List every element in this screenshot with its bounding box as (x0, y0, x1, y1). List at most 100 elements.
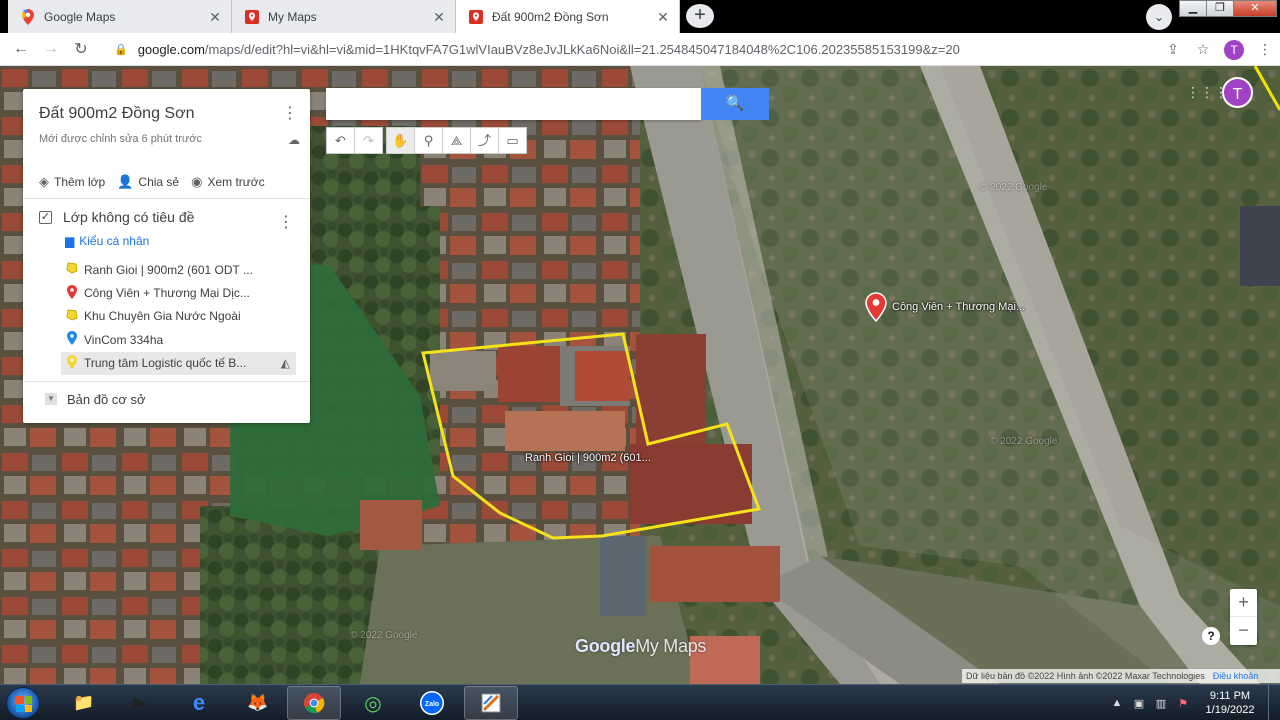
zoom-in-button[interactable]: + (1230, 589, 1257, 617)
add-layer-button[interactable]: ◈ Thêm lớp (39, 174, 105, 190)
firefox-icon[interactable]: 🦊 (231, 686, 285, 720)
item-label: Khu Chuyên Gia Nước Ngoài (84, 309, 241, 324)
zalo-icon[interactable]: Zalo (405, 686, 459, 720)
style-paint-bucket-icon[interactable]: ◭ (281, 356, 290, 370)
item-label: VinCom 334ha (84, 332, 164, 347)
flag-icon[interactable]: ⚑ (1174, 697, 1192, 710)
map-search-box (326, 88, 701, 120)
close-icon[interactable]: ✕ (431, 9, 447, 25)
preview-button[interactable]: ◉ Xem trước (191, 174, 265, 190)
share-button[interactable]: 👤 Chia sẻ (117, 174, 179, 190)
window-controls: ▁ ❐ ✕ (1179, 0, 1277, 20)
imagery-watermark: © 2022 Google (350, 630, 418, 641)
add-directions-icon[interactable]: ⤴ (470, 127, 499, 154)
search-input[interactable] (326, 88, 701, 120)
more-options-icon[interactable]: ⋮ (282, 103, 298, 123)
start-button[interactable] (6, 687, 40, 719)
close-icon[interactable]: ✕ (207, 9, 223, 25)
measure-ruler-icon[interactable]: ▭ (498, 127, 527, 154)
tab-my-maps[interactable]: My Maps ✕ (232, 0, 456, 33)
forward-arrow-icon[interactable]: → (36, 40, 66, 58)
tab-title: Đất 900m2 Đồng Sơn (492, 9, 609, 24)
cloud-saved-icon: ☁ (288, 133, 300, 147)
window-close-icon[interactable]: ✕ (1233, 0, 1277, 17)
maximize-icon[interactable]: ❐ (1206, 0, 1234, 17)
search-button[interactable]: 🔍 (701, 88, 769, 120)
map-pin-icon[interactable] (865, 292, 887, 322)
internet-explorer-icon[interactable]: e (172, 686, 226, 720)
preview-label: Xem trước (207, 175, 265, 189)
map-pin-icon (65, 284, 78, 302)
layer-options-icon[interactable]: ⋮ (278, 212, 294, 232)
map-toolbar: ↶ ↷ ✋ ⚲ ⟁ ⤴ ▭ (326, 127, 527, 154)
individual-styles-link[interactable]: ▆ Kiểu cá nhân (39, 230, 310, 252)
add-marker-icon[interactable]: ⚲ (414, 127, 443, 154)
list-item[interactable]: Khu Chuyên Gia Nước Ngoài (39, 305, 310, 328)
show-desktop-button[interactable] (1268, 685, 1280, 720)
tray-expand-icon[interactable]: ▲ (1108, 697, 1126, 709)
url-text: google.com/maps/d/edit?hl=vi&hl=vi&mid=1… (138, 42, 960, 57)
account-avatar[interactable]: T (1222, 77, 1253, 108)
reload-icon[interactable]: ↻ (66, 39, 96, 59)
minimize-icon[interactable]: ▁ (1179, 0, 1207, 17)
map-attribution: Dữ liệu bản đồ ©2022 Hình ảnh ©2022 Maxa… (962, 669, 1280, 683)
zoom-out-button[interactable]: − (1230, 617, 1257, 645)
tab-title: Google Maps (44, 9, 116, 24)
parcel-label[interactable]: Ranh Gioi | 900m2 (601... (525, 452, 651, 464)
clock-time: 9:11 PM (1209, 690, 1251, 702)
help-icon[interactable]: ? (1202, 627, 1220, 645)
file-explorer-icon[interactable]: 📁 (57, 686, 111, 720)
system-tray: ▲ ▣ ▥ ⚑ 9:11 PM 1/19/2022 (1108, 685, 1280, 720)
chevron-down-icon[interactable]: ▼ (45, 393, 57, 405)
clock-date: 1/19/2022 (1205, 704, 1255, 716)
network-icon[interactable]: ▥ (1152, 697, 1170, 710)
address-bar[interactable]: 🔒 google.com/maps/d/edit?hl=vi&hl=vi&mid… (102, 36, 1206, 63)
tray-app-icon[interactable]: ▣ (1130, 697, 1148, 710)
lock-icon[interactable]: 🔒 (114, 43, 128, 56)
last-edited-text: Mới được chỉnh sửa 6 phút trước (39, 133, 202, 145)
tab-title: My Maps (268, 9, 317, 24)
list-item-selected[interactable]: Trung tâm Logistic quốc tế B... ◭ (61, 351, 296, 375)
paint-roller-icon: ▆ (65, 234, 75, 248)
media-player-icon[interactable]: ▶ (113, 686, 167, 720)
list-item[interactable]: Ranh Gioi | 900m2 (601 ODT ... (39, 258, 310, 281)
list-item[interactable]: Công Viên + Thương Mại Dịc... (39, 281, 310, 304)
undo-icon[interactable]: ↶ (326, 127, 355, 154)
url-host: google.com (137, 42, 205, 57)
draw-line-icon[interactable]: ⟁ (442, 127, 471, 154)
bookmark-star-icon[interactable]: ☆ (1188, 41, 1218, 58)
park-label[interactable]: Công Viên + Thương Mại... (892, 301, 1025, 313)
my-maps-icon (244, 9, 260, 25)
browser-toolbar: ← → ↻ 🔒 google.com/maps/d/edit?hl=vi&hl=… (0, 33, 1280, 66)
layer-visibility-checkbox[interactable]: ✓ (39, 210, 52, 224)
list-item[interactable]: VinCom 334ha (39, 328, 310, 351)
hand-pan-icon[interactable]: ✋ (386, 127, 415, 154)
tab-search-chevron-icon[interactable]: ⌄ (1146, 4, 1172, 30)
share-page-icon[interactable]: ⇪ (1158, 41, 1188, 58)
browser-tab-strip: Google Maps ✕ My Maps ✕ Đất 900m2 Đồng S… (0, 0, 1280, 33)
zoom-controls: + − (1230, 589, 1257, 645)
back-arrow-icon[interactable]: ← (6, 40, 36, 58)
browser-menu-icon[interactable]: ⋮ (1250, 41, 1280, 58)
base-map-toggle[interactable]: ▼ Bản đồ cơ sở (23, 382, 310, 416)
app-window-icon[interactable] (464, 686, 518, 720)
coccoc-icon[interactable]: ◎ (346, 686, 400, 720)
layer-name[interactable]: Lớp không có tiêu đề (63, 209, 194, 225)
search-icon: 🔍 (725, 95, 745, 112)
profile-avatar[interactable]: T (1224, 39, 1244, 60)
windows-logo-icon (16, 696, 32, 712)
url-path: /maps/d/edit?hl=vi&hl=vi&mid=1HKtqvFA7G1… (204, 42, 960, 57)
system-clock[interactable]: 9:11 PM 1/19/2022 (1196, 689, 1264, 717)
tab-google-maps[interactable]: Google Maps ✕ (8, 0, 232, 33)
redo-icon[interactable]: ↷ (354, 127, 383, 154)
chrome-icon[interactable] (287, 686, 341, 720)
layer-group: ✓ Lớp không có tiêu đề ⋮ ▆ Kiểu cá nhân … (23, 204, 310, 382)
new-tab-button[interactable]: + (686, 4, 714, 28)
imagery-watermark: © 2022 Google (980, 182, 1048, 193)
tab-dat-900m2[interactable]: Đất 900m2 Đồng Sơn ✕ (456, 0, 680, 33)
my-maps-icon (468, 9, 484, 25)
terms-link[interactable]: Điều khoản (1213, 671, 1259, 681)
close-icon[interactable]: ✕ (655, 9, 671, 25)
map-title[interactable]: Đất 900m2 Đồng Sơn (39, 105, 294, 123)
apps-grid-icon[interactable]: ⋮⋮⋮ (1186, 84, 1228, 100)
